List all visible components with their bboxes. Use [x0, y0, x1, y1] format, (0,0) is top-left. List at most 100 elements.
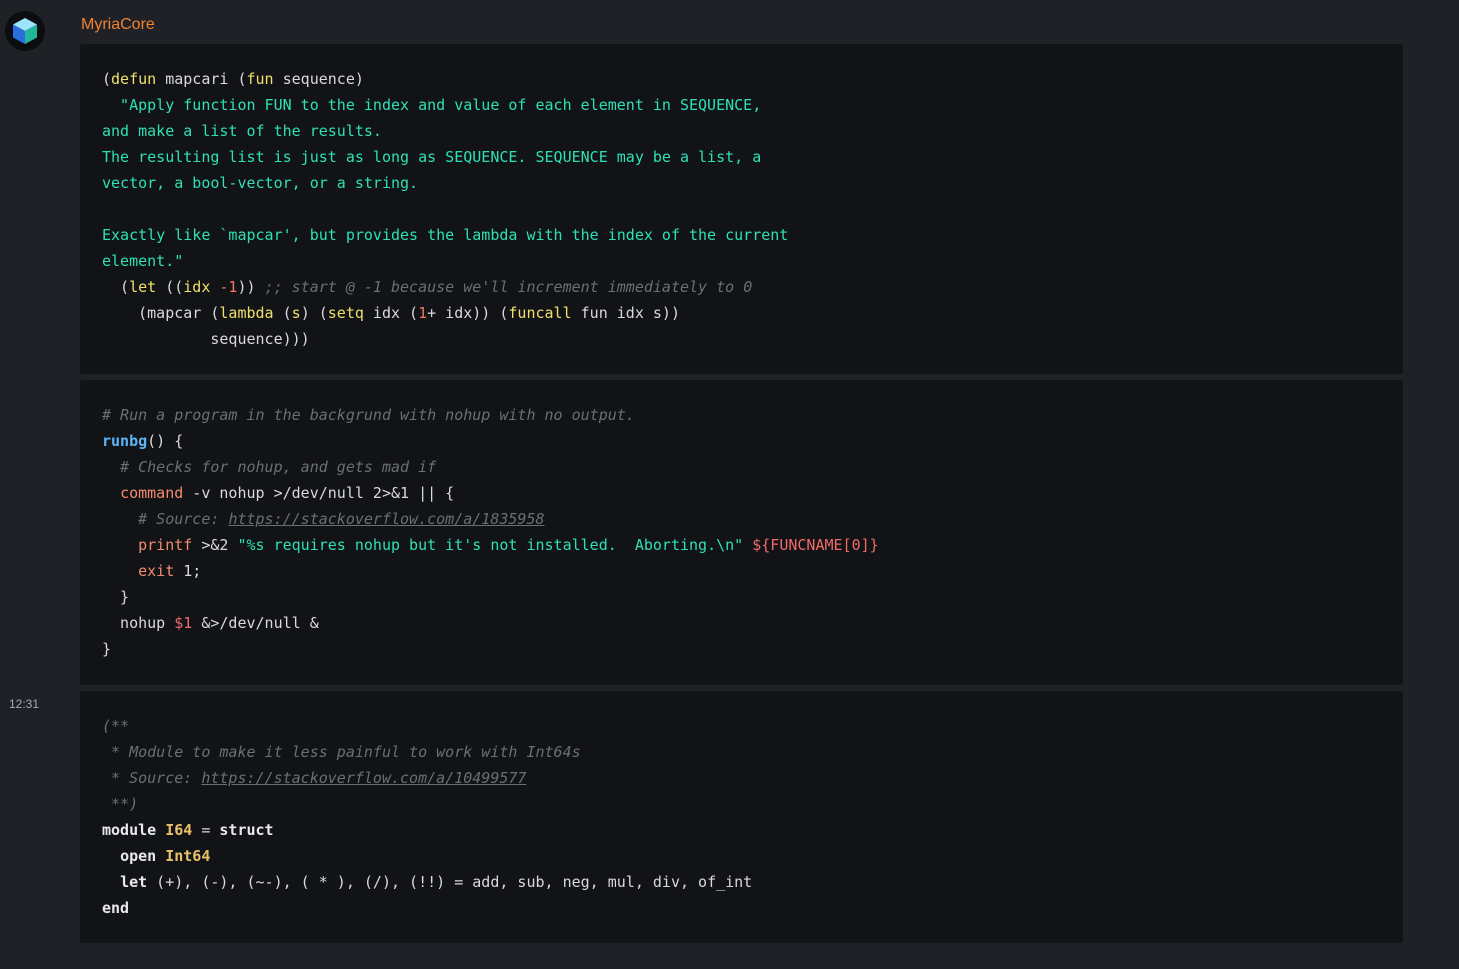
code-block-ocaml: (** * Module to make it less painful to …: [80, 691, 1403, 943]
code-token: )): [237, 278, 265, 296]
code-token: # Run a program in the backgrund with no…: [102, 406, 635, 424]
code-token: 1: [418, 304, 428, 322]
code-token: ;; start @ -1 because we'll increment im…: [264, 278, 753, 296]
code-token: fun: [246, 70, 274, 88]
code-line: }: [102, 584, 1403, 610]
code-token: (+), (-), (~-), ( * ), (/), (!!) = add, …: [147, 873, 753, 891]
code-line: nohup $1 &>/dev/null &: [102, 610, 1403, 636]
code-token: end: [102, 899, 130, 917]
code-line: end: [102, 895, 1403, 921]
message-timestamp: 12:31: [9, 697, 40, 711]
code-line: and make a list of the results.: [102, 118, 1403, 144]
code-line: exit 1;: [102, 558, 1403, 584]
code-token: vector, a bool-vector, or a string.: [102, 174, 419, 192]
code-link[interactable]: https://stackoverflow.com/a/10499577: [201, 769, 526, 787]
code-token: setq: [327, 304, 364, 322]
code-line: "Apply function FUN to the index and val…: [102, 92, 1403, 118]
code-token: "Apply function FUN to the index and val…: [102, 96, 762, 114]
code-line: command -v nohup >/dev/null 2>&1 || {: [102, 480, 1403, 506]
message-author[interactable]: MyriaCore: [81, 14, 155, 36]
code-token: () {: [147, 432, 184, 450]
code-block-bash: # Run a program in the backgrund with no…: [80, 380, 1403, 685]
code-line: * Module to make it less painful to work…: [102, 739, 1403, 765]
code-token: let: [120, 873, 148, 891]
code-token: >&2: [192, 536, 238, 554]
code-token: -1: [219, 278, 238, 296]
code-token: fun idx s)): [571, 304, 680, 322]
code-token: and make a list of the results.: [102, 122, 382, 140]
code-line: printf >&2 "%s requires nohup but it's n…: [102, 532, 1403, 558]
code-token: (: [273, 304, 292, 322]
code-token: (mapcar (: [102, 304, 220, 322]
code-token: 1;: [174, 562, 202, 580]
cube-icon: [13, 18, 37, 44]
code-line: module I64 = struct: [102, 817, 1403, 843]
code-token: funcall: [508, 304, 572, 322]
code-token: mapcari (: [156, 70, 247, 88]
code-token: s: [291, 304, 301, 322]
code-token: ) (: [300, 304, 328, 322]
code-token: lambda: [219, 304, 274, 322]
code-line: The resulting list is just as long as SE…: [102, 144, 1403, 170]
code-token: Exactly like `mapcar', but provides the …: [102, 226, 789, 244]
code-line: open Int64: [102, 843, 1403, 869]
code-line: (defun mapcari (fun sequence): [102, 66, 1403, 92]
code-token: -v nohup >/dev/null 2>&1 || {: [183, 484, 455, 502]
code-line: # Source: https://stackoverflow.com/a/18…: [102, 506, 1403, 532]
code-token: + idx)) (: [427, 304, 509, 322]
code-token: ((: [156, 278, 184, 296]
code-token: "%s requires nohup but it's not installe…: [237, 536, 744, 554]
code-token: printf: [138, 536, 193, 554]
code-token: sequence))): [102, 330, 310, 348]
code-link[interactable]: https://stackoverflow.com/a/1835958: [228, 510, 544, 528]
code-line: Exactly like `mapcar', but provides the …: [102, 222, 1403, 248]
code-token: struct: [219, 821, 274, 839]
code-token: nohup: [102, 614, 175, 632]
code-line: vector, a bool-vector, or a string.: [102, 170, 1403, 196]
code-token: $1: [174, 614, 193, 632]
code-line: (mapcar (lambda (s) (setq idx (1+ idx)) …: [102, 300, 1403, 326]
code-line: runbg() {: [102, 428, 1403, 454]
code-token: The resulting list is just as long as SE…: [102, 148, 762, 166]
code-token: (: [102, 70, 112, 88]
code-token: idx (: [363, 304, 419, 322]
code-token: (: [102, 278, 130, 296]
code-token: I64: [165, 821, 193, 839]
code-line: let (+), (-), (~-), ( * ), (/), (!!) = a…: [102, 869, 1403, 895]
code-token: }: [102, 640, 112, 658]
code-token: **): [102, 795, 139, 813]
code-token: ${FUNCNAME[0]}: [752, 536, 879, 554]
code-token: defun: [111, 70, 157, 88]
code-token: * Module to make it less painful to work…: [102, 743, 581, 761]
avatar[interactable]: [5, 11, 45, 51]
code-token: command: [120, 484, 184, 502]
code-token: (**: [102, 717, 130, 735]
code-line: }: [102, 636, 1403, 662]
code-token: =: [192, 821, 220, 839]
code-line: (**: [102, 713, 1403, 739]
code-token: # Checks for nohup, and gets mad if: [102, 458, 437, 476]
code-token: &>/dev/null &: [192, 614, 319, 632]
code-line: sequence))): [102, 326, 1403, 352]
code-line: (let ((idx -1)) ;; start @ -1 because we…: [102, 274, 1403, 300]
code-token: let: [129, 278, 157, 296]
code-line: # Run a program in the backgrund with no…: [102, 402, 1403, 428]
code-token: Int64: [165, 847, 211, 865]
code-token: exit: [138, 562, 175, 580]
code-token: element.": [102, 252, 184, 270]
code-line: element.": [102, 248, 1403, 274]
code-token: sequence): [273, 70, 364, 88]
code-line: * Source: https://stackoverflow.com/a/10…: [102, 765, 1403, 791]
code-token: * Source:: [102, 769, 202, 787]
code-token: module: [102, 821, 157, 839]
code-token: open: [120, 847, 157, 865]
